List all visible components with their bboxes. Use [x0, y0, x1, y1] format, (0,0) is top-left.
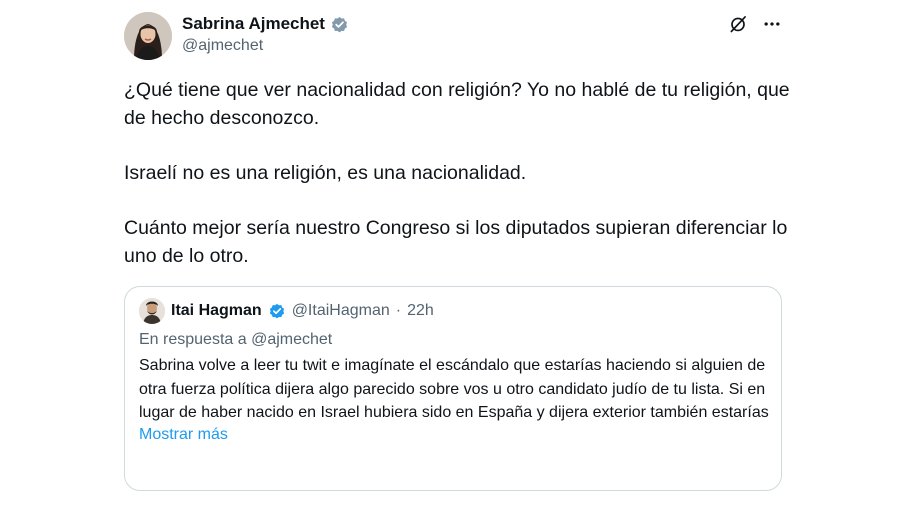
quoted-author-avatar[interactable]: [139, 298, 165, 324]
reply-prefix: En respuesta a: [139, 331, 247, 348]
verified-badge-icon: [268, 302, 286, 320]
author-handle[interactable]: @ajmechet: [182, 37, 263, 55]
quoted-tweet-card[interactable]: Itai Hagman @ItaiHagman · 22h En respues…: [124, 286, 782, 491]
quoted-author-handle[interactable]: @ItaiHagman: [292, 302, 390, 320]
author-avatar[interactable]: [124, 12, 172, 60]
author-name-row: Sabrina Ajmechet: [182, 14, 349, 34]
quoted-author-name[interactable]: Itai Hagman: [171, 302, 262, 320]
quoted-tweet-time[interactable]: 22h: [407, 302, 434, 320]
more-icon[interactable]: [762, 14, 782, 34]
reply-mention[interactable]: @ajmechet: [251, 331, 332, 348]
show-more-link[interactable]: Mostrar más: [139, 426, 228, 444]
tweet: Sabrina Ajmechet @ajmechet ¿Qué tiene qu…: [0, 0, 900, 505]
tweet-paragraph: Cuánto mejor sería nuestro Congreso si l…: [124, 217, 788, 267]
verified-badge-icon: [330, 15, 349, 34]
tweet-text: ¿Qué tiene que ver nacionalidad con reli…: [124, 76, 794, 270]
reply-context: En respuesta a @ajmechet: [139, 331, 767, 349]
quoted-tweet-text: Sabrina volve a leer tu twit e imagínate…: [139, 357, 769, 421]
tweet-paragraph: ¿Qué tiene que ver nacionalidad con reli…: [124, 79, 790, 129]
quoted-tweet-header: Itai Hagman @ItaiHagman · 22h: [139, 298, 767, 324]
tweet-paragraph: Israelí no es una religión, es una nacio…: [124, 162, 527, 184]
grok-icon[interactable]: [728, 14, 748, 34]
separator-dot: ·: [395, 302, 402, 319]
tweet-top-actions: [728, 14, 782, 34]
author-display-name[interactable]: Sabrina Ajmechet: [182, 14, 325, 34]
